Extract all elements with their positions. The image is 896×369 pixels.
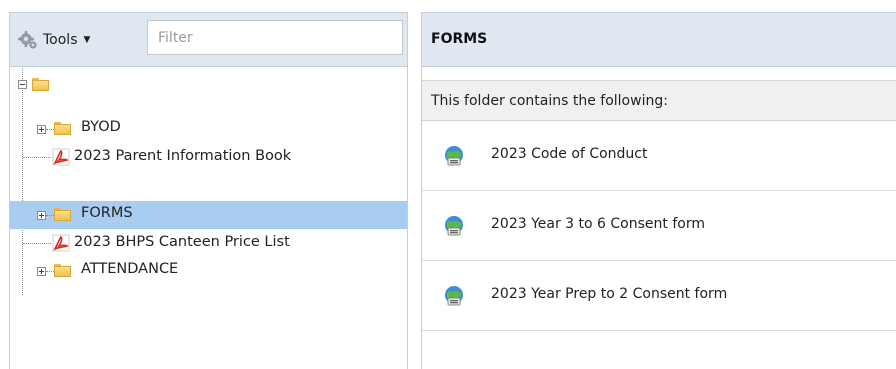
contents-heading: This folder contains the following: — [431, 93, 668, 109]
root-folder-icon[interactable] — [32, 78, 49, 91]
tree-item-label: ATTENDANCE — [81, 261, 179, 277]
folder-icon — [54, 264, 71, 277]
tools-label: Tools — [43, 32, 78, 48]
tree-item-label: 2023 BHPS Canteen Price List — [74, 234, 290, 250]
filter-input[interactable] — [147, 20, 403, 55]
expand-icon[interactable] — [37, 267, 46, 276]
tools-menu-button[interactable]: Tools ▼ — [18, 29, 90, 51]
tree-item-parent-information-book[interactable]: 2023 Parent Information Book — [10, 143, 407, 171]
tree-item-forms[interactable]: FORMS — [10, 201, 407, 229]
web-form-icon — [445, 146, 463, 166]
folder-tree-panel: Tools ▼ BYOD 2023 Pa — [9, 12, 408, 369]
tree-item-label: BYOD — [81, 119, 121, 135]
folder-tree: BYOD 2023 Parent Information Book FORMS — [10, 67, 407, 369]
collapse-root-icon[interactable] — [18, 80, 27, 89]
tree-item-canteen-price-list[interactable]: 2023 BHPS Canteen Price List — [10, 229, 407, 257]
tree-toolbar: Tools ▼ — [10, 13, 407, 67]
content-item-year-prep-to-2-consent[interactable]: 2023 Year Prep to 2 Consent form — [422, 261, 896, 331]
content-item-code-of-conduct[interactable]: 2023 Code of Conduct — [422, 121, 896, 191]
folder-icon — [54, 208, 71, 221]
content-item-label: 2023 Year Prep to 2 Consent form — [491, 286, 728, 302]
tree-item-byod[interactable]: BYOD — [10, 115, 407, 143]
chevron-down-icon: ▼ — [83, 35, 91, 45]
pdf-icon — [52, 148, 70, 166]
folder-contents-panel: FORMS This folder contains the following… — [421, 12, 896, 369]
web-form-icon — [445, 286, 463, 306]
tree-item-attendance[interactable]: ATTENDANCE — [10, 257, 407, 285]
contents-header: FORMS — [422, 13, 896, 67]
contents-heading-bar: This folder contains the following: — [422, 80, 896, 121]
web-form-icon — [445, 216, 463, 236]
folder-title: FORMS — [431, 31, 488, 47]
tree-item-label: 2023 Parent Information Book — [74, 148, 292, 164]
content-item-year-3-to-6-consent[interactable]: 2023 Year 3 to 6 Consent form — [422, 191, 896, 261]
expand-icon[interactable] — [37, 211, 46, 220]
content-item-label: 2023 Year 3 to 6 Consent form — [491, 216, 705, 232]
expand-icon[interactable] — [37, 125, 46, 134]
content-item-label: 2023 Code of Conduct — [491, 146, 648, 162]
tree-item-label: FORMS — [81, 205, 133, 221]
pdf-icon — [52, 234, 70, 252]
folder-icon — [54, 122, 71, 135]
gear-icon — [18, 31, 37, 49]
